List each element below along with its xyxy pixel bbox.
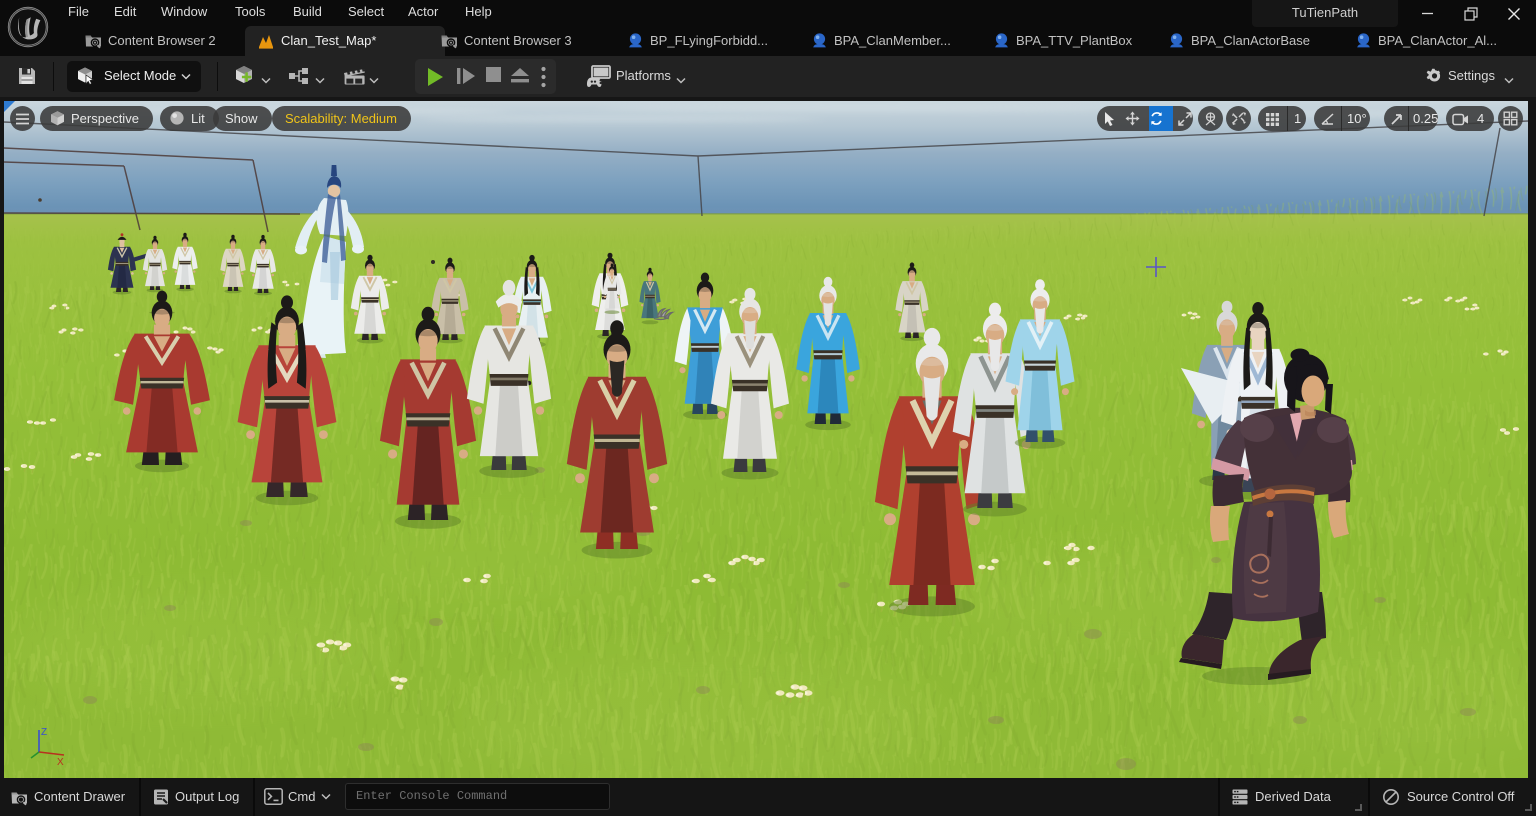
svg-text:Z: Z xyxy=(41,727,47,738)
svg-text:X: X xyxy=(57,757,64,768)
